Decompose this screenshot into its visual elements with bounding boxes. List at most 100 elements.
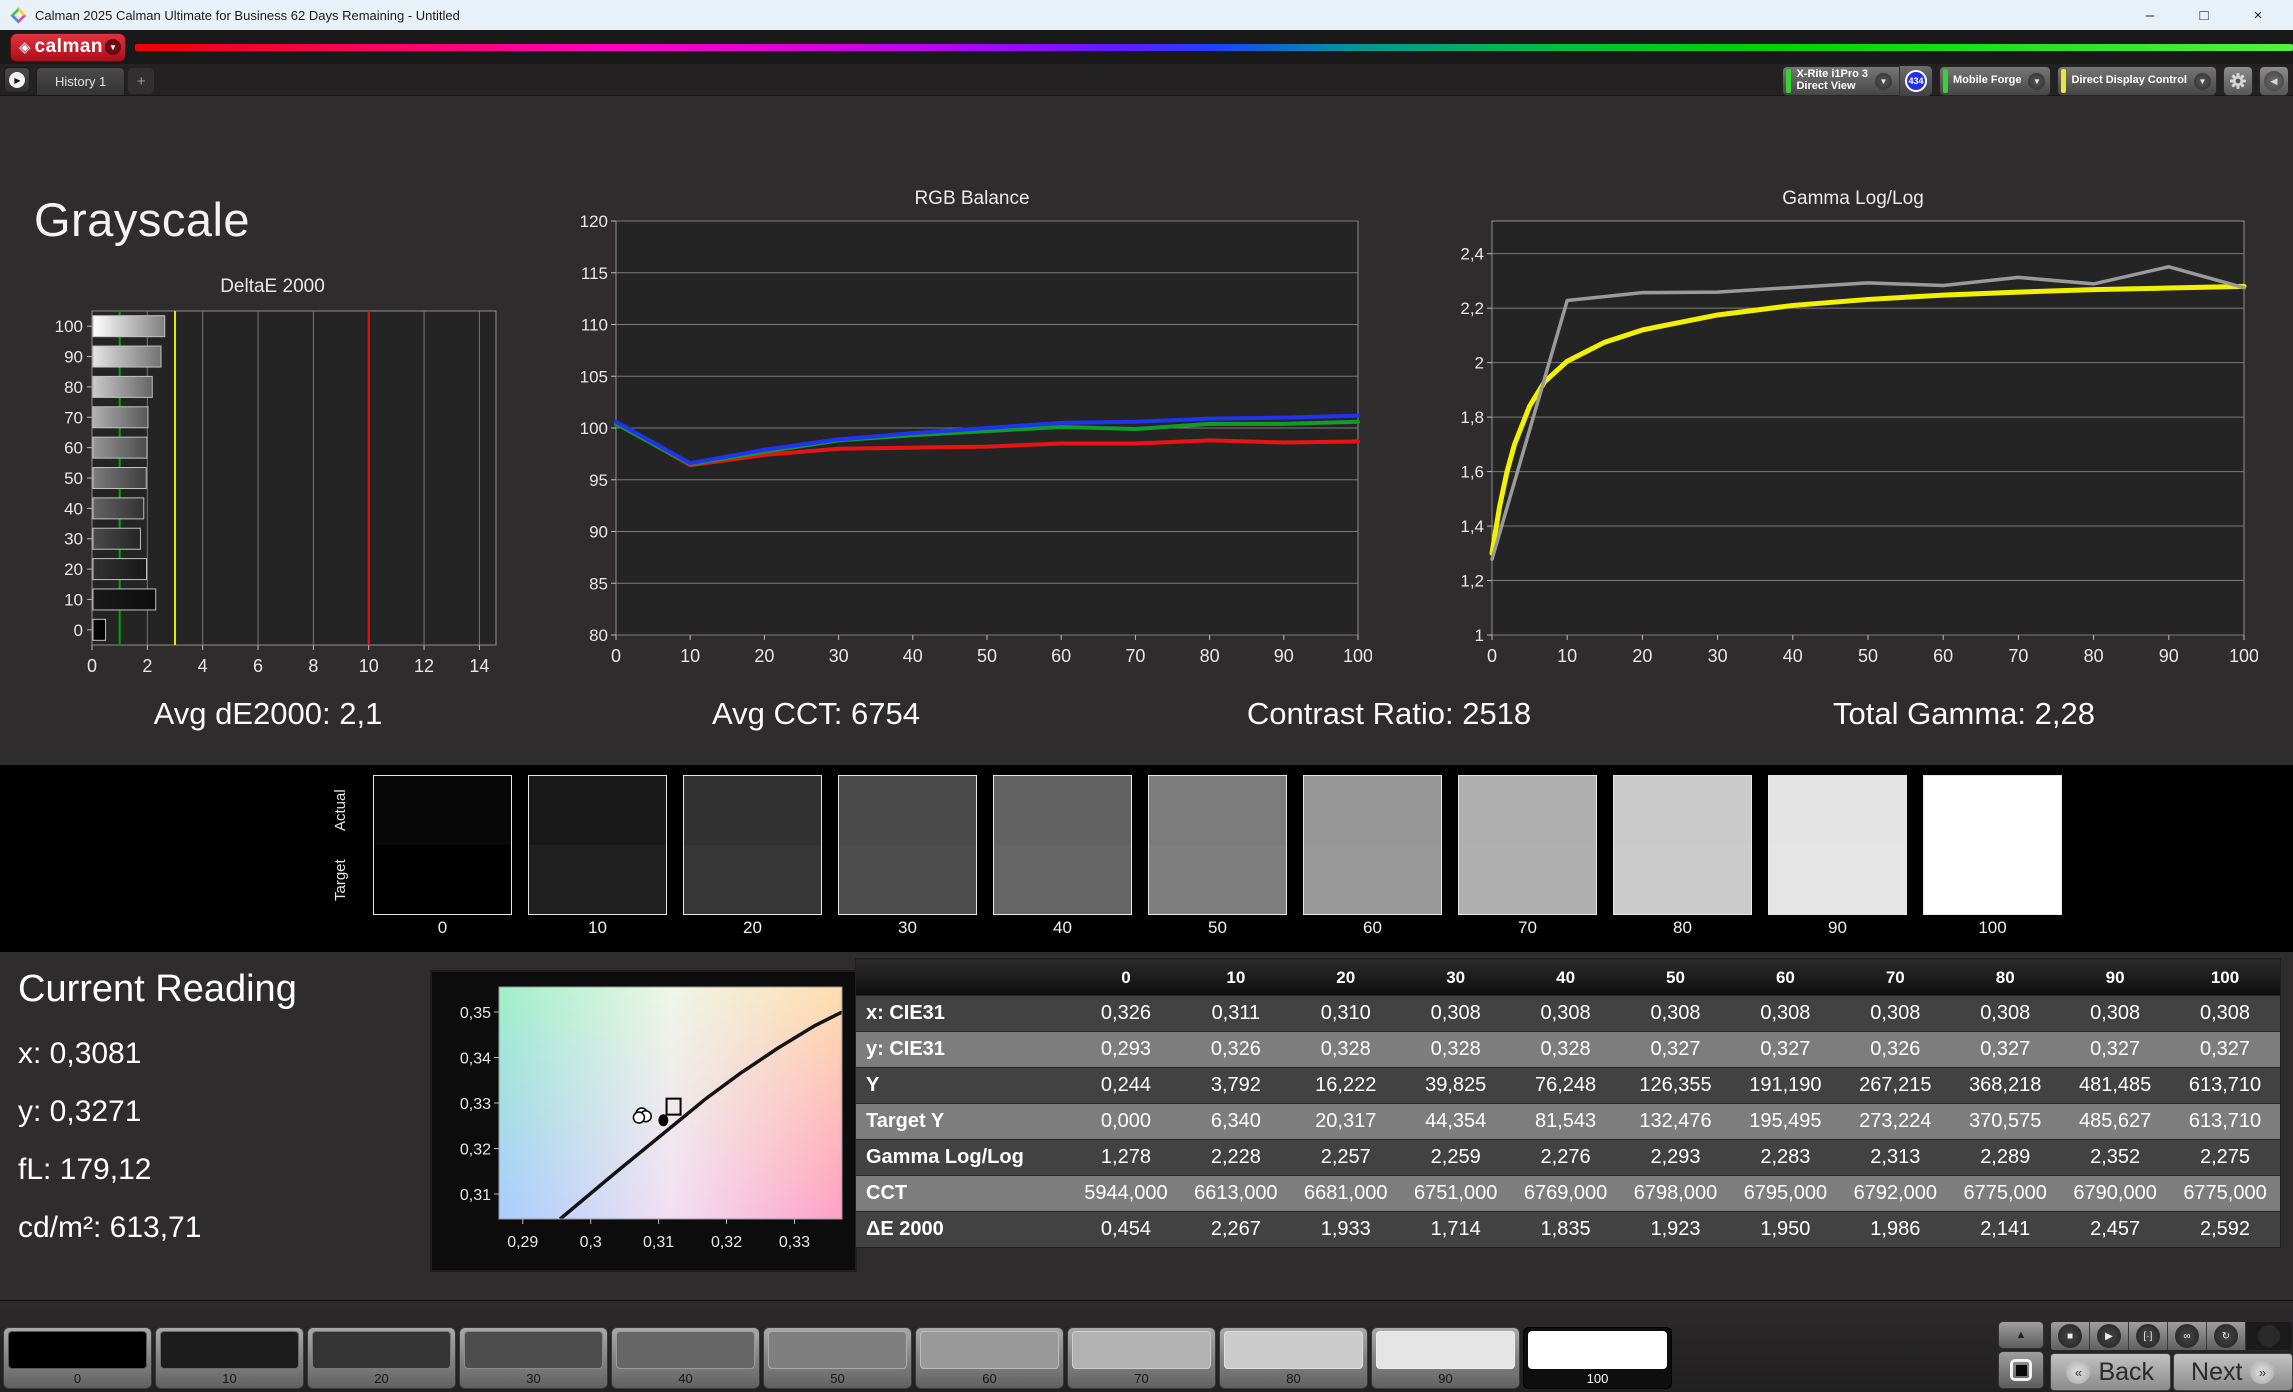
patch-button-20[interactable]: 20	[307, 1327, 456, 1389]
grayscale-swatch-0: 0	[373, 775, 512, 938]
stat-total-gamma: Total Gamma: 2,28	[1833, 696, 2095, 731]
expand-panel-button[interactable]: ▶	[4, 67, 30, 93]
table-cell: 0,328	[1540, 1038, 1591, 1060]
svg-text:0,35: 0,35	[460, 1005, 491, 1022]
patch-swatch	[1528, 1331, 1667, 1369]
grayscale-workspace: Grayscale DeltaE 2000 0 2 4 6 8 10 12 14 0 10 20 30…	[0, 96, 2293, 765]
back-button[interactable]: « Back	[2050, 1353, 2171, 1391]
svg-text:0: 0	[74, 621, 83, 640]
raise-pattern-window-button[interactable]: ▲	[1998, 1321, 2044, 1349]
swatch-level-label: 0	[437, 918, 448, 937]
table-cell: 2,289	[1980, 1146, 2031, 1168]
deltae-bar-80	[92, 375, 153, 398]
table-cell: 613,710	[2188, 1074, 2262, 1096]
patch-button-50[interactable]: 50	[763, 1327, 912, 1389]
app-logo-icon	[10, 7, 27, 23]
svg-text:0,34: 0,34	[460, 1051, 491, 1068]
target-swatch-80	[1614, 845, 1751, 914]
actual-swatch-30	[839, 776, 976, 845]
deltae-bar-90	[92, 345, 162, 368]
tab-history-1[interactable]: History 1	[36, 67, 126, 95]
up-arrow-icon: ▲	[2015, 1329, 2027, 1341]
target-swatch-10	[529, 845, 666, 914]
settings-button[interactable]	[2223, 66, 2253, 96]
maximize-icon[interactable]: □	[2177, 7, 2231, 24]
next-chevron-icon: »	[2250, 1360, 2275, 1384]
table-cell: 81,543	[1534, 1110, 1597, 1132]
patch-label: 90	[1438, 1371, 1453, 1386]
actual-swatch-50	[1149, 776, 1286, 845]
patch-button-10[interactable]: 10	[155, 1327, 304, 1389]
actual-row-label: Actual	[332, 789, 349, 831]
svg-text:14: 14	[469, 656, 489, 676]
table-cell: 0,327	[1760, 1038, 1811, 1060]
patch-button-40[interactable]: 40	[611, 1327, 760, 1389]
svg-text:60: 60	[1933, 646, 1953, 666]
patch-button-100[interactable]: 100	[1523, 1327, 1672, 1389]
deltae-chart: DeltaE 2000 0 2 4 6 8 10 12 14 0 10 20 30 40 50 60 70 80…	[40, 276, 505, 704]
chevron-down-icon: ▼	[1875, 72, 1893, 90]
patch-button-90[interactable]: 90	[1371, 1327, 1520, 1389]
patch-button-30[interactable]: 30	[459, 1327, 608, 1389]
measure-controls: ■ ▶ [·] ∞ ↻	[2050, 1321, 2293, 1351]
table-cell: 0,327	[1650, 1038, 1701, 1060]
display-control-dropdown[interactable]: Direct Display Control ▼	[2057, 66, 2217, 96]
swatch-level-label: 70	[1518, 918, 1537, 937]
patch-button-60[interactable]: 60	[915, 1327, 1064, 1389]
grayscale-swatch-50: 50	[1148, 775, 1287, 938]
patch-label: 100	[1586, 1371, 1609, 1386]
add-tab-button[interactable]: +	[128, 68, 155, 94]
play-icon: ▶	[2097, 1324, 2121, 1348]
next-button[interactable]: Next »	[2172, 1353, 2293, 1391]
svg-text:0,32: 0,32	[711, 1234, 742, 1251]
close-icon[interactable]: ×	[2231, 7, 2285, 24]
current-point	[658, 1114, 669, 1127]
swatch-level-label: 10	[588, 918, 607, 937]
calman-menu-button[interactable]: ◈ calman ▼	[10, 32, 126, 62]
swatch-level-label: 80	[1673, 918, 1692, 937]
refresh-button[interactable]: ↻	[2207, 1322, 2246, 1350]
svg-text:90: 90	[1274, 646, 1294, 666]
pattern-window-button[interactable]	[1998, 1351, 2044, 1389]
play-button[interactable]: ▶	[2090, 1322, 2129, 1350]
deltae-chart-title: DeltaE 2000	[220, 276, 325, 297]
patch-label: 80	[1286, 1371, 1301, 1386]
source-dropdown[interactable]: Mobile Forge ▼	[1939, 66, 2052, 96]
grayscale-swatch-40: 40	[993, 775, 1132, 938]
svg-text:2,2: 2,2	[1460, 299, 1484, 318]
table-cell: 2,352	[2090, 1146, 2141, 1168]
table-row-3: Target Y 0,000 6,340 20,317 44,354 81,543 132,…	[856, 1103, 2280, 1139]
table-cell: 0,327	[2200, 1038, 2251, 1060]
swatch-level-label: 100	[1978, 918, 2007, 937]
actual-swatch-40	[994, 776, 1131, 845]
table-cell: 195,495	[1749, 1110, 1822, 1132]
svg-text:8: 8	[308, 656, 318, 676]
svg-text:6: 6	[253, 656, 263, 676]
actual-swatch-0	[374, 776, 511, 845]
svg-text:120: 120	[580, 213, 608, 231]
table-cell: 0,244	[1100, 1074, 1151, 1096]
meter-dropdown[interactable]: X-Rite i1Pro 3 Direct View ▼ 434	[1782, 66, 1934, 96]
patch-swatch	[1072, 1331, 1211, 1369]
collapse-panel-button[interactable]: ◀	[2259, 66, 2289, 96]
patch-button-80[interactable]: 80	[1219, 1327, 1368, 1389]
single-read-button[interactable]: [·]	[2129, 1322, 2168, 1350]
svg-text:12: 12	[414, 656, 434, 676]
stop-button[interactable]: ■	[2051, 1322, 2090, 1350]
patch-button-0[interactable]: 0	[3, 1327, 152, 1389]
svg-text:0: 0	[1487, 646, 1497, 666]
swatch-row: 0 10 20 30 40 50 60 70 80 90 100	[373, 775, 2062, 938]
reading-fl: fL: 179,12	[18, 1153, 152, 1186]
svg-text:2: 2	[142, 656, 152, 676]
title-bar: Calman 2025 Calman Ultimate for Business…	[0, 0, 2293, 30]
table-cell: 481,485	[2078, 1074, 2152, 1096]
continuous-read-button[interactable]: ∞	[2168, 1322, 2207, 1350]
grayscale-swatch-10: 10	[528, 775, 667, 938]
svg-text:0: 0	[87, 656, 97, 676]
minimize-icon[interactable]: –	[2123, 7, 2177, 24]
table-cell: 3,792	[1210, 1074, 1261, 1096]
gear-icon	[2230, 73, 2246, 89]
patch-button-70[interactable]: 70	[1067, 1327, 1216, 1389]
deltae-bar-10	[92, 588, 157, 611]
grayscale-swatch-60: 60	[1303, 775, 1442, 938]
